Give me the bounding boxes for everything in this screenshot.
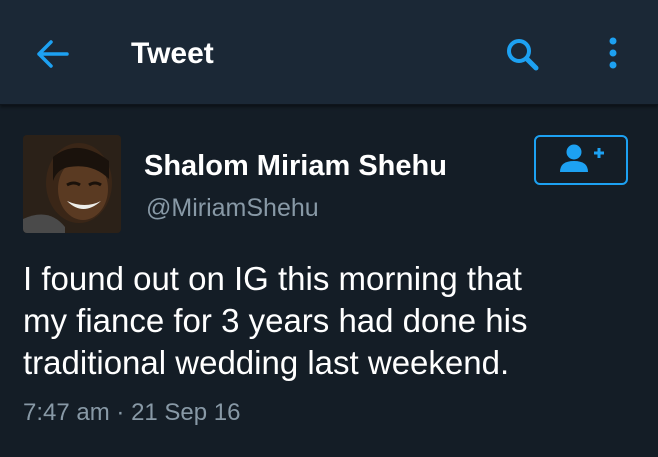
profile-photo bbox=[23, 135, 121, 233]
search-icon bbox=[507, 39, 539, 71]
tweet-timestamp: 7:47 am · 21 Sep 16 bbox=[23, 397, 241, 429]
back-button[interactable] bbox=[30, 34, 74, 74]
timestamp-separator: · bbox=[116, 399, 125, 426]
app-bar: Tweet bbox=[0, 0, 658, 105]
tweet-text-line: I found out on IG this morning that bbox=[23, 260, 522, 297]
add-user-icon bbox=[560, 144, 604, 172]
tweet-date: 21 Sep 16 bbox=[131, 399, 241, 426]
search-button[interactable] bbox=[501, 34, 545, 74]
tweet-text: I found out on IG this morning that my f… bbox=[23, 258, 643, 384]
more-vertical-icon bbox=[609, 37, 617, 69]
avatar[interactable] bbox=[23, 135, 121, 233]
more-options-button[interactable] bbox=[598, 34, 628, 74]
author-username[interactable]: @MiriamShehu bbox=[146, 191, 319, 225]
tweet-text-line: traditional wedding last weekend. bbox=[23, 344, 510, 381]
arrow-left-icon bbox=[37, 40, 69, 68]
tweet-text-line: my fiance for 3 years had done his bbox=[23, 302, 528, 339]
page-title: Tweet bbox=[131, 37, 214, 70]
follow-button[interactable] bbox=[534, 135, 628, 185]
tweet-time: 7:47 am bbox=[23, 399, 110, 426]
author-display-name[interactable]: Shalom Miriam Shehu bbox=[144, 148, 447, 184]
tweet-detail: Shalom Miriam Shehu @MiriamShehu I found… bbox=[0, 105, 658, 457]
